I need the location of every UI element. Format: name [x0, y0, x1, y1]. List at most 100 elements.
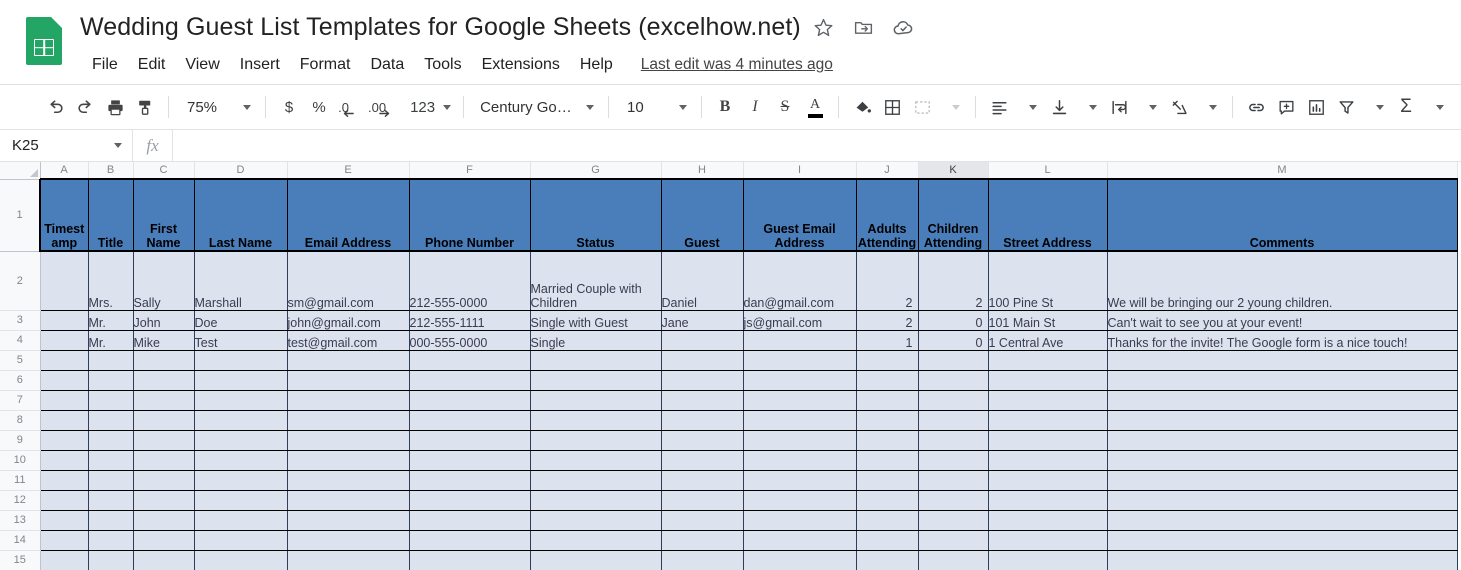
table-cell[interactable]	[661, 530, 744, 551]
table-cell[interactable]	[918, 510, 989, 531]
table-cell[interactable]	[988, 550, 1108, 570]
row-header-12[interactable]: 12	[0, 490, 41, 511]
table-cell[interactable]: 2	[856, 310, 919, 331]
table-cell[interactable]: 2	[918, 251, 989, 311]
table-cell[interactable]	[530, 370, 662, 391]
table-cell[interactable]	[856, 490, 919, 511]
table-cell[interactable]	[743, 510, 857, 531]
column-header-k[interactable]: K	[918, 162, 989, 180]
table-cell[interactable]	[988, 430, 1108, 451]
table-row[interactable]: 10	[0, 450, 1458, 471]
table-cell[interactable]	[661, 330, 744, 351]
filter-dropdown[interactable]	[1361, 92, 1391, 122]
column-title-cell[interactable]: Guest Email Address	[743, 178, 857, 252]
table-cell[interactable]	[409, 510, 531, 531]
table-cell[interactable]	[661, 550, 744, 570]
insert-chart-icon[interactable]	[1301, 92, 1331, 122]
spreadsheet-grid[interactable]: A B C D E F G H I J K L M 1 Timestamp Title First Name La…	[0, 162, 1461, 570]
table-cell[interactable]	[530, 550, 662, 570]
table-cell[interactable]: Single with Guest	[530, 310, 662, 331]
table-cell[interactable]	[133, 490, 195, 511]
column-title-cell[interactable]: Last Name	[194, 178, 288, 252]
table-cell[interactable]	[133, 530, 195, 551]
table-cell[interactable]	[988, 490, 1108, 511]
table-cell[interactable]	[409, 370, 531, 391]
row-header-13[interactable]: 13	[0, 510, 41, 531]
text-rotation-icon[interactable]	[1164, 92, 1194, 122]
table-cell[interactable]	[88, 530, 134, 551]
row-header-3[interactable]: 3	[0, 310, 41, 331]
table-cell[interactable]	[39, 530, 89, 551]
row-header-9[interactable]: 9	[0, 430, 41, 451]
column-header-m[interactable]: M	[1107, 162, 1458, 180]
table-cell[interactable]: 000-555-0000	[409, 330, 531, 351]
table-cell[interactable]	[409, 350, 531, 371]
table-cell[interactable]: Mr.	[88, 310, 134, 331]
table-cell[interactable]	[530, 430, 662, 451]
horizontal-align-icon[interactable]	[984, 92, 1014, 122]
table-cell[interactable]	[661, 410, 744, 431]
column-title-cell[interactable]: Comments	[1107, 178, 1458, 252]
table-cell[interactable]: Mr.	[88, 330, 134, 351]
vertical-align-dropdown[interactable]	[1074, 92, 1104, 122]
column-header-c[interactable]: C	[133, 162, 195, 180]
table-cell[interactable]	[918, 410, 989, 431]
page-title[interactable]: Wedding Guest List Templates for Google …	[80, 13, 801, 42]
table-cell[interactable]	[88, 390, 134, 411]
table-cell[interactable]	[743, 470, 857, 491]
table-cell[interactable]: 100 Pine St	[988, 251, 1108, 311]
row-header-5[interactable]: 5	[0, 350, 41, 371]
table-cell[interactable]	[194, 530, 288, 551]
table-cell[interactable]	[133, 450, 195, 471]
table-cell[interactable]	[287, 430, 410, 451]
table-cell[interactable]	[856, 450, 919, 471]
column-header-a[interactable]: A	[40, 162, 89, 180]
table-cell[interactable]	[287, 390, 410, 411]
formula-input[interactable]	[173, 130, 1461, 161]
column-header-h[interactable]: H	[661, 162, 744, 180]
table-cell[interactable]	[194, 510, 288, 531]
column-title-cell[interactable]: Phone Number	[409, 178, 531, 252]
table-cell[interactable]	[661, 450, 744, 471]
redo-icon[interactable]	[70, 92, 100, 122]
table-cell[interactable]	[409, 550, 531, 570]
menu-item-tools[interactable]: Tools	[414, 53, 471, 77]
text-rotation-dropdown[interactable]	[1194, 92, 1224, 122]
table-cell[interactable]	[409, 470, 531, 491]
functions-dropdown[interactable]	[1421, 92, 1451, 122]
table-cell[interactable]	[918, 390, 989, 411]
table-cell[interactable]	[743, 330, 857, 351]
table-cell[interactable]: sm@gmail.com	[287, 251, 410, 311]
table-cell[interactable]	[194, 490, 288, 511]
table-cell[interactable]: 0	[918, 310, 989, 331]
merge-cells-dropdown[interactable]	[937, 92, 967, 122]
table-cell[interactable]: Mike	[133, 330, 195, 351]
table-cell[interactable]	[409, 390, 531, 411]
table-cell[interactable]	[661, 470, 744, 491]
table-cell[interactable]: Mrs.	[88, 251, 134, 311]
table-cell[interactable]	[661, 510, 744, 531]
last-edit-status[interactable]: Last edit was 4 minutes ago	[641, 56, 833, 74]
menu-item-format[interactable]: Format	[290, 53, 361, 77]
table-cell[interactable]	[88, 370, 134, 391]
column-title-cell[interactable]: First Name	[133, 178, 195, 252]
table-cell[interactable]	[856, 530, 919, 551]
table-cell[interactable]	[918, 430, 989, 451]
table-cell[interactable]	[133, 470, 195, 491]
filter-icon[interactable]	[1331, 92, 1361, 122]
table-cell[interactable]	[409, 490, 531, 511]
table-cell[interactable]	[743, 450, 857, 471]
column-title-cell[interactable]: Adults Attending	[856, 178, 919, 252]
table-cell[interactable]	[1107, 530, 1458, 551]
table-cell[interactable]: We will be bringing our 2 young children…	[1107, 251, 1458, 311]
table-cell[interactable]	[661, 490, 744, 511]
menu-item-extensions[interactable]: Extensions	[472, 53, 570, 77]
table-cell[interactable]	[856, 510, 919, 531]
column-header-l[interactable]: L	[988, 162, 1108, 180]
table-cell[interactable]	[918, 470, 989, 491]
table-cell[interactable]	[409, 410, 531, 431]
font-size-selector[interactable]: 10	[617, 92, 693, 122]
menu-item-edit[interactable]: Edit	[128, 53, 176, 77]
italic-button[interactable]: I	[740, 92, 770, 122]
horizontal-align-dropdown[interactable]	[1014, 92, 1044, 122]
